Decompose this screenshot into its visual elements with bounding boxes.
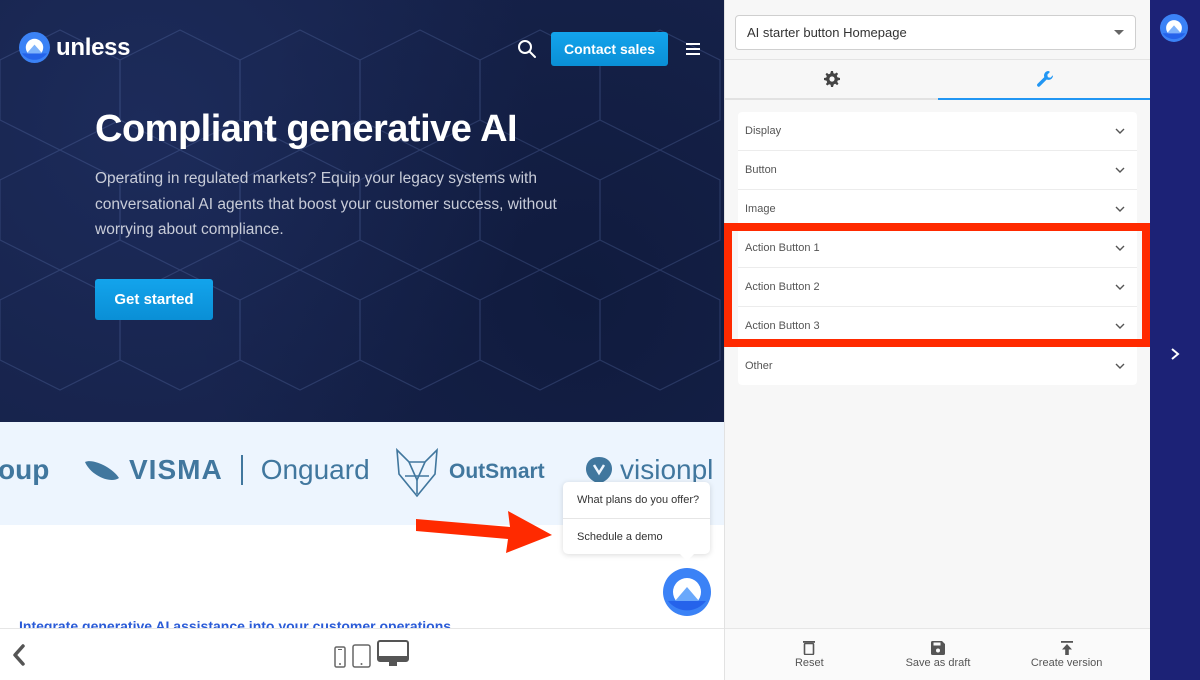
section-label: Button (745, 164, 777, 176)
tab-customize[interactable] (938, 60, 1151, 100)
mobile-device-icon[interactable] (334, 646, 346, 668)
logo-outsmart: OutSmart (395, 446, 545, 498)
desktop-device-icon[interactable] (377, 640, 409, 668)
popup-action-plans[interactable]: What plans do you offer? (563, 482, 710, 518)
save-draft-label: Save as draft (905, 656, 971, 669)
logo-visma-onguard: VISMA Onguard (83, 454, 370, 486)
hero-subtitle: Operating in regulated markets? Equip yo… (95, 170, 557, 238)
brand-name: unless (56, 33, 131, 61)
chevron-right-icon[interactable] (1170, 348, 1180, 360)
visma-wordmark: VISMA (129, 454, 223, 485)
gear-icon (823, 71, 840, 87)
create-version-button[interactable]: Create version (1007, 629, 1127, 680)
visma-swoosh-icon (85, 461, 119, 481)
chevron-down-icon (1115, 245, 1125, 251)
variant-select-value: AI starter button Homepage (747, 25, 907, 40)
integrate-ai-link[interactable]: Integrate generative AI assistance into … (19, 618, 451, 628)
tab-settings[interactable] (725, 60, 938, 98)
section-action-button-3[interactable]: Action Button 3 (738, 307, 1137, 346)
app-root: unless Contact sales Compliant generativ… (0, 0, 1200, 680)
variant-select[interactable]: AI starter button Homepage (735, 15, 1136, 50)
editor-panel: AI starter button Homepage Display Butto… (724, 0, 1151, 680)
hamburger-menu-icon[interactable] (686, 43, 700, 55)
save-draft-button[interactable]: Save as draft (878, 629, 998, 680)
chevron-down-icon (1115, 206, 1125, 212)
visionplanner-icon (586, 457, 612, 483)
section-label: Display (745, 125, 782, 137)
settings-accordion: Display Button Image Action Button 1 Act… (738, 112, 1137, 385)
editor-tabs (725, 59, 1151, 100)
logo-group-partial: oup (0, 454, 50, 485)
logo-separator (240, 455, 243, 485)
chevron-down-icon (1115, 363, 1125, 369)
chevron-left-icon[interactable] (10, 643, 28, 667)
section-image[interactable]: Image (738, 190, 1137, 229)
chevron-down-icon (1115, 323, 1125, 329)
section-label: Action Button 1 (745, 242, 820, 254)
device-switcher (334, 640, 409, 668)
ai-launcher-button[interactable] (663, 568, 711, 616)
top-nav: Contact sales (517, 32, 700, 66)
brand-logo[interactable]: unless (19, 32, 131, 63)
section-label: Action Button 3 (745, 320, 820, 332)
section-label: Other (745, 359, 773, 372)
reset-label: Reset (794, 657, 824, 669)
section-button[interactable]: Button (738, 151, 1137, 190)
extension-sidebar (1150, 0, 1200, 680)
section-display[interactable]: Display (738, 112, 1137, 151)
create-version-label: Create version (1030, 656, 1103, 669)
ai-starter-popup: What plans do you offer? Schedule a demo (563, 482, 710, 554)
section-other[interactable]: Other (738, 346, 1137, 385)
outsmart-wordmark: OutSmart (449, 460, 545, 483)
trash-icon (803, 641, 816, 655)
get-started-button[interactable]: Get started (95, 279, 213, 320)
wrench-icon (1036, 71, 1053, 87)
fox-icon (396, 447, 438, 498)
unless-logo-icon (19, 32, 50, 63)
section-label: Action Button 2 (745, 281, 820, 293)
editor-footer: Reset Save as draft Create version (725, 628, 1151, 680)
chevron-down-icon (1115, 128, 1125, 134)
unless-logo-icon[interactable] (1160, 14, 1188, 42)
contact-sales-button[interactable]: Contact sales (550, 32, 668, 66)
save-floppy-icon (930, 640, 945, 655)
reset-button[interactable]: Reset (749, 629, 869, 680)
search-icon[interactable] (517, 39, 537, 59)
section-action-button-1[interactable]: Action Button 1 (738, 229, 1137, 268)
caret-down-icon (1114, 30, 1124, 35)
chevron-down-icon (1115, 167, 1125, 173)
hero-section: unless Contact sales Compliant generativ… (0, 0, 724, 422)
upload-icon (1060, 640, 1073, 655)
red-arrow-annotation-icon (416, 511, 552, 553)
website-preview: unless Contact sales Compliant generativ… (0, 0, 724, 628)
hero-title: Compliant generative AI (95, 108, 518, 150)
tablet-device-icon[interactable] (352, 644, 371, 668)
chevron-down-icon (1115, 284, 1125, 290)
section-label: Image (745, 203, 776, 215)
onguard-wordmark: Onguard (260, 454, 370, 485)
section-action-button-2[interactable]: Action Button 2 (738, 268, 1137, 307)
preview-toolbar (0, 628, 724, 680)
